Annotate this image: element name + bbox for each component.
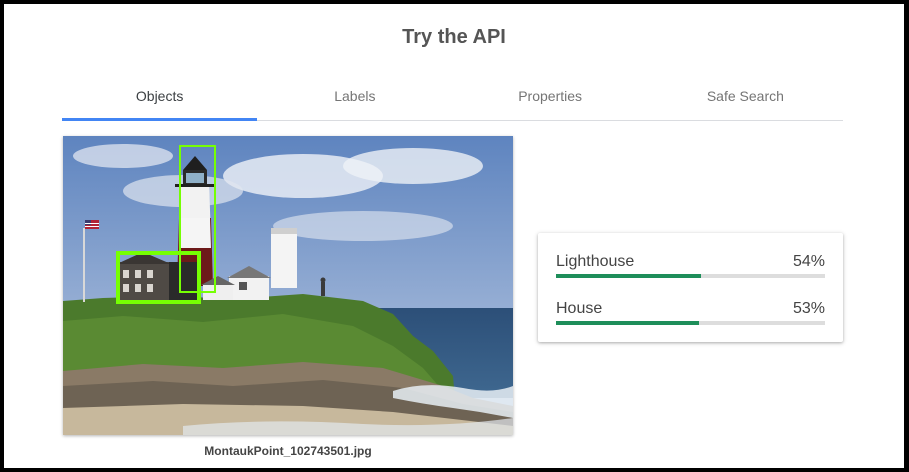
confidence-bar (556, 274, 825, 278)
confidence-bar-fill (556, 321, 699, 325)
result-percent: 53% (792, 300, 825, 317)
confidence-bar (556, 321, 825, 325)
lighthouse-photo (63, 136, 513, 435)
analyzed-image (63, 136, 513, 435)
confidence-bar-fill (556, 274, 702, 278)
results-card: Lighthouse 54% House 53% (538, 233, 843, 342)
result-label: House (556, 300, 603, 317)
page-title: Try the API (402, 26, 506, 48)
tab-labels[interactable]: Labels (257, 78, 452, 120)
tab-objects[interactable]: Objects (62, 78, 258, 121)
image-filename: MontaukPoint_102743501.jpg (204, 444, 372, 458)
result-label: Lighthouse (556, 253, 635, 270)
demo-panel: Try the API Objects Labels Properties Sa… (4, 4, 904, 468)
tab-safe-search[interactable]: Safe Search (648, 78, 843, 120)
tab-bar: Objects Labels Properties Safe Search (62, 78, 843, 121)
result-percent: 54% (792, 253, 825, 270)
tab-properties[interactable]: Properties (453, 78, 648, 120)
